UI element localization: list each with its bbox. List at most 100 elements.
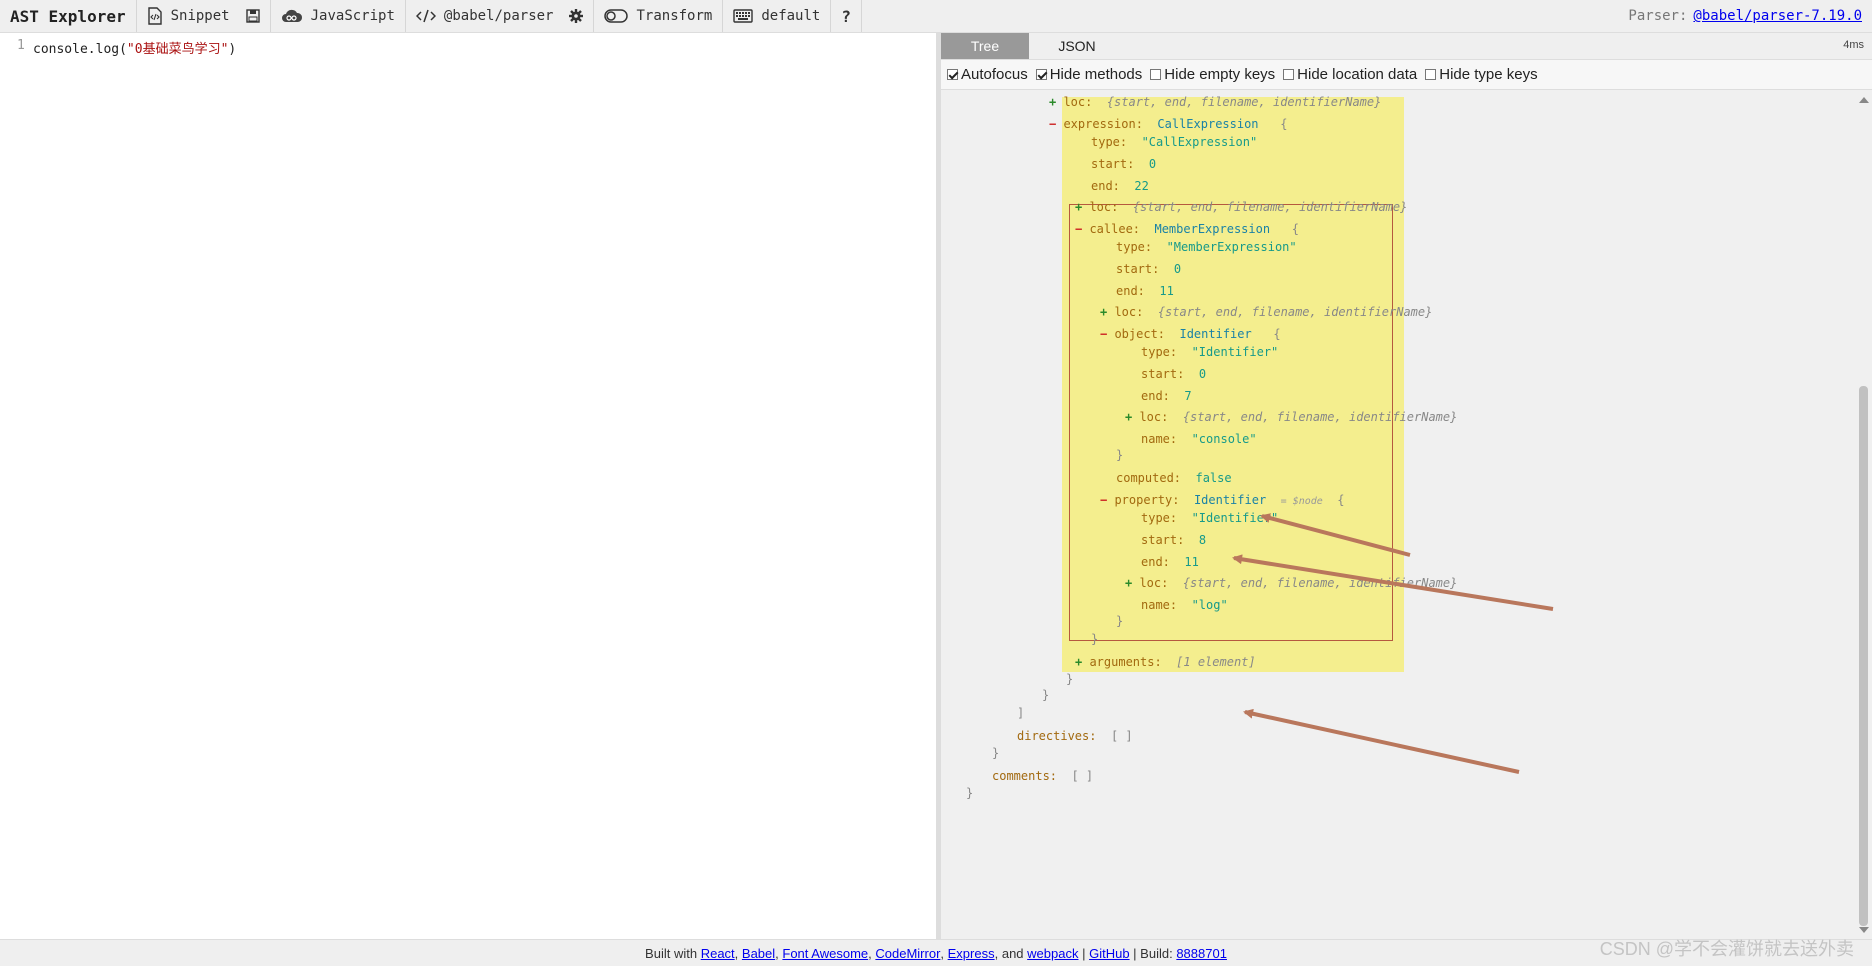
- option-label: Autofocus: [961, 66, 1028, 83]
- footer-link-babel[interactable]: Babel: [742, 946, 775, 961]
- collapse-toggle: −: [1049, 117, 1064, 131]
- tree-row-end: end: 7: [1141, 389, 1192, 403]
- tree-row-property[interactable]: − property: Identifier = $node {: [1100, 492, 1344, 510]
- file-code-icon: [147, 7, 163, 25]
- option-label: Hide location data: [1297, 66, 1418, 83]
- tree-close-brace: }: [992, 746, 1000, 760]
- footer-link-font-awesome[interactable]: Font Awesome: [782, 946, 868, 961]
- parser-info-label: Parser:: [1628, 8, 1688, 24]
- hide-location-data-checkbox[interactable]: [1283, 69, 1295, 80]
- expand-toggle: +: [1125, 410, 1140, 424]
- tree-options: Autofocus Hide methods Hide empty keys H…: [941, 60, 1872, 90]
- cloud-icon: [281, 8, 303, 24]
- line-gutter: 1: [0, 34, 26, 939]
- tree-close-brace: }: [1116, 614, 1124, 628]
- expand-toggle: +: [1125, 576, 1140, 590]
- gear-icon[interactable]: [569, 9, 584, 23]
- hide-methods-checkbox[interactable]: [1035, 69, 1047, 80]
- code-suffix: ): [228, 42, 237, 57]
- output-tabs: Tree JSON 4ms: [941, 33, 1872, 60]
- footer: Built with React, Babel, Font Awesome, C…: [0, 939, 1872, 966]
- footer-link-codemirror[interactable]: CodeMirror: [875, 946, 940, 961]
- option-autofocus[interactable]: Autofocus: [947, 66, 1028, 83]
- toolbar: AST Explorer Snippet JavaScript @babel/p…: [0, 0, 1872, 33]
- save-icon[interactable]: [245, 9, 260, 23]
- transform-label: Transform: [636, 8, 713, 24]
- code-prefix: console.log(: [33, 42, 127, 57]
- scroll-up-icon[interactable]: [1859, 97, 1869, 103]
- app-title: AST Explorer: [10, 6, 126, 26]
- tree-close-brace: }: [1116, 448, 1124, 462]
- line-number: 1: [17, 38, 25, 53]
- footer-built-with: Built with: [645, 945, 698, 961]
- tree-close-brace: }: [1042, 688, 1050, 702]
- tree-close-brace: }: [1091, 632, 1099, 646]
- collapse-toggle: −: [1100, 327, 1115, 341]
- parse-timing: 4ms: [1843, 39, 1864, 51]
- tree-close-brace: }: [1066, 672, 1074, 686]
- code-editor[interactable]: 1 console.log("0基础菜鸟学习"): [0, 34, 936, 939]
- tree-row-start: start: 0: [1091, 157, 1157, 171]
- help-button[interactable]: ?: [830, 0, 862, 32]
- tree-row-loc[interactable]: + loc: {start, end, filename, identifier…: [1075, 199, 1407, 215]
- hide-empty-keys-checkbox[interactable]: [1150, 69, 1162, 80]
- scroll-down-icon[interactable]: [1859, 927, 1869, 933]
- footer-build-label: Build:: [1140, 945, 1173, 961]
- transform-toggle[interactable]: Transform: [593, 0, 722, 32]
- keymap-label: default: [761, 8, 821, 24]
- tree-row-object[interactable]: − object: Identifier {: [1100, 326, 1281, 342]
- tree-row-directives: directives: [ ]: [1017, 729, 1133, 743]
- tree-row-loc[interactable]: + loc: {start, end, filename, identifier…: [1125, 409, 1457, 425]
- tree-row-name: name: "console": [1141, 432, 1257, 446]
- expand-toggle: +: [1100, 305, 1115, 319]
- expand-toggle: +: [1049, 95, 1064, 109]
- autofocus-checkbox[interactable]: [947, 69, 958, 80]
- option-hide-type-keys[interactable]: Hide type keys: [1425, 66, 1538, 83]
- footer-link-express[interactable]: Express: [948, 946, 995, 961]
- tree-row-computed: computed: false: [1116, 471, 1232, 485]
- tab-tree[interactable]: Tree: [941, 33, 1029, 59]
- tree-row-callee[interactable]: − callee: MemberExpression {: [1075, 221, 1299, 237]
- tree-row-end: end: 11: [1116, 284, 1174, 298]
- keyboard-icon: [733, 9, 754, 23]
- tree-row-expression[interactable]: − expression: CallExpression {: [1049, 116, 1287, 132]
- scroll-thumb[interactable]: [1859, 386, 1868, 926]
- option-hide-methods[interactable]: Hide methods: [1035, 66, 1142, 83]
- parser-version-link[interactable]: @babel/parser-7.19.0: [1693, 8, 1862, 24]
- parser-select[interactable]: @babel/parser: [404, 0, 594, 32]
- option-hide-empty-keys[interactable]: Hide empty keys: [1150, 66, 1275, 83]
- tree-row-start: start: 8: [1141, 533, 1207, 547]
- footer-link-react[interactable]: React: [701, 946, 735, 961]
- tree-row-loc[interactable]: + loc: {start, end, filename, identifier…: [1049, 94, 1381, 110]
- tree-close-bracket: ]: [1017, 706, 1025, 720]
- tree-row-start: start: 0: [1116, 262, 1182, 276]
- csdn-watermark: CSDN @学不会灌饼就去送外卖: [1599, 939, 1854, 959]
- keymap-select[interactable]: default: [722, 0, 830, 32]
- tree-row-arguments[interactable]: + arguments: [1 element]: [1075, 654, 1256, 670]
- footer-link-webpack[interactable]: webpack: [1027, 946, 1078, 961]
- footer-link-github[interactable]: GitHub: [1089, 946, 1129, 961]
- expand-toggle: +: [1075, 200, 1090, 214]
- ast-tree: + loc: {start, end, filename, identifier…: [941, 91, 1852, 939]
- option-hide-location-data[interactable]: Hide location data: [1283, 66, 1417, 83]
- tree-row-name: name: "log": [1141, 598, 1228, 612]
- tree-row-loc[interactable]: + loc: {start, end, filename, identifier…: [1100, 304, 1432, 320]
- output-panel: Tree JSON 4ms Autofocus Hide methods Hid…: [941, 33, 1872, 939]
- collapse-toggle: −: [1075, 222, 1090, 236]
- code-line[interactable]: console.log("0基础菜鸟学习"): [33, 38, 236, 57]
- parser-info: Parser: @babel/parser-7.19.0: [1628, 0, 1872, 32]
- toggle-off-icon: [604, 9, 629, 23]
- collapse-toggle: −: [1100, 493, 1115, 507]
- tree-scrollbar[interactable]: [1855, 91, 1872, 939]
- snippet-button[interactable]: Snippet: [135, 0, 270, 32]
- footer-build-link[interactable]: 8888701: [1176, 946, 1227, 961]
- language-select[interactable]: JavaScript: [269, 0, 405, 32]
- expand-toggle: +: [1075, 655, 1090, 669]
- tree-row-type: type: "MemberExpression": [1116, 240, 1297, 254]
- tree-row-loc[interactable]: + loc: {start, end, filename, identifier…: [1125, 575, 1457, 591]
- tree-row-end: end: 22: [1091, 179, 1149, 193]
- option-label: Hide empty keys: [1164, 66, 1276, 83]
- tab-json[interactable]: JSON: [1029, 33, 1125, 59]
- hide-type-keys-checkbox[interactable]: [1425, 69, 1437, 80]
- tree-row-type: type: "Identifier": [1141, 511, 1279, 525]
